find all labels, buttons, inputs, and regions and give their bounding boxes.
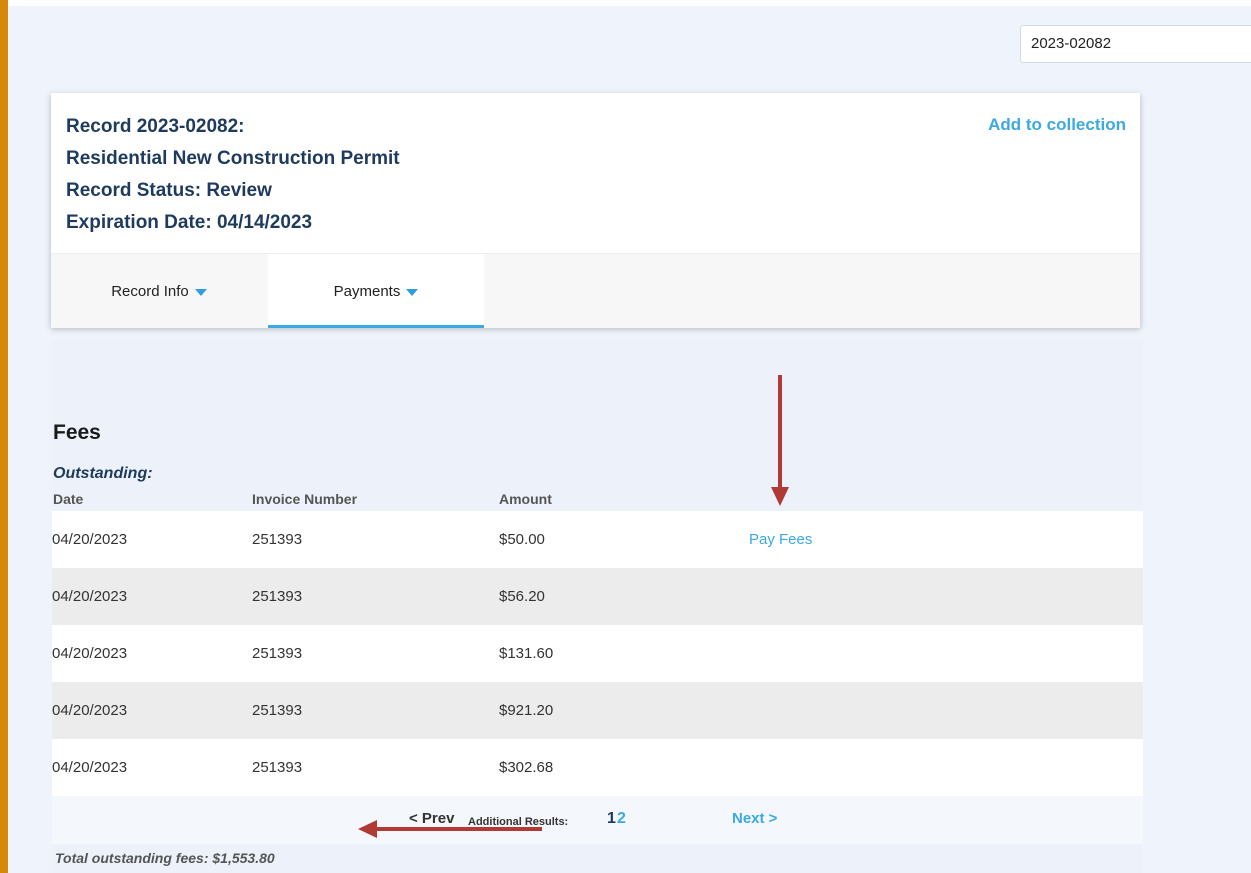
fee-amount: $921.20 xyxy=(499,702,554,719)
record-expiration: Expiration Date: 04/14/2023 xyxy=(66,212,313,233)
record-summary: Record 2023-02082: Residential New Const… xyxy=(66,111,400,239)
next-page-link[interactable]: Next > xyxy=(732,810,777,827)
fee-date: 04/20/2023 xyxy=(52,702,128,719)
pagination: < Prev Additional Results: 1 2 Next > xyxy=(52,796,1143,844)
fee-row: 04/20/2023 251393 $56.20 xyxy=(52,568,1143,625)
fee-row: 04/20/2023 251393 $921.20 xyxy=(52,682,1143,739)
fee-amount: $50.00 xyxy=(499,531,545,548)
fee-date: 04/20/2023 xyxy=(52,759,128,776)
tab-label: Record Info xyxy=(111,283,189,300)
fee-date: 04/20/2023 xyxy=(52,588,128,605)
fee-row: 04/20/2023 251393 $50.00 Pay Fees xyxy=(52,511,1143,568)
fees-title: Fees xyxy=(53,421,101,444)
fee-amount: $56.20 xyxy=(499,588,545,605)
column-header-invoice-number: Invoice Number xyxy=(252,491,358,507)
fee-amount: $131.60 xyxy=(499,645,554,662)
record-status: Record Status: Review xyxy=(66,180,272,201)
tab-record-info[interactable]: Record Info xyxy=(51,254,267,328)
fee-invoice-number: 251393 xyxy=(252,702,303,719)
fee-date: 04/20/2023 xyxy=(52,531,128,548)
record-type: Residential New Construction Permit xyxy=(66,148,400,169)
search-input[interactable]: 2023-02082 xyxy=(1020,25,1251,63)
prev-page-link[interactable]: < Prev xyxy=(409,810,454,827)
total-outstanding-fees: Total outstanding fees: $1,553.80 xyxy=(55,850,275,866)
fees-panel: Fees Outstanding: Date Invoice Number Am… xyxy=(52,341,1143,873)
tab-payments[interactable]: Payments xyxy=(268,254,484,328)
additional-results-label: Additional Results: xyxy=(468,816,569,828)
record-tabs: Record Info Payments xyxy=(51,253,1140,328)
fee-invoice-number: 251393 xyxy=(252,588,303,605)
fee-invoice-number: 251393 xyxy=(252,531,303,548)
record-header-card: Record 2023-02082: Residential New Const… xyxy=(51,93,1140,328)
fee-amount: $302.68 xyxy=(499,759,554,776)
fee-invoice-number: 251393 xyxy=(252,645,303,662)
page-2-link[interactable]: 2 xyxy=(617,810,626,828)
page-1-link[interactable]: 1 xyxy=(607,810,616,828)
column-header-date: Date xyxy=(53,491,84,507)
fee-invoice-number: 251393 xyxy=(252,759,303,776)
record-number: Record 2023-02082: xyxy=(66,116,245,137)
tab-label: Payments xyxy=(333,283,401,300)
caret-down-icon xyxy=(194,288,207,296)
fee-row: 04/20/2023 251393 $131.60 xyxy=(52,625,1143,682)
fee-date: 04/20/2023 xyxy=(52,645,128,662)
add-to-collection-link[interactable]: Add to collection xyxy=(988,115,1126,135)
left-border xyxy=(0,0,8,873)
pay-fees-link[interactable]: Pay Fees xyxy=(749,511,812,568)
outstanding-label: Outstanding: xyxy=(53,465,153,482)
column-header-amount: Amount xyxy=(499,491,552,507)
caret-down-icon xyxy=(406,288,419,296)
fee-row: 04/20/2023 251393 $302.68 xyxy=(52,739,1143,796)
